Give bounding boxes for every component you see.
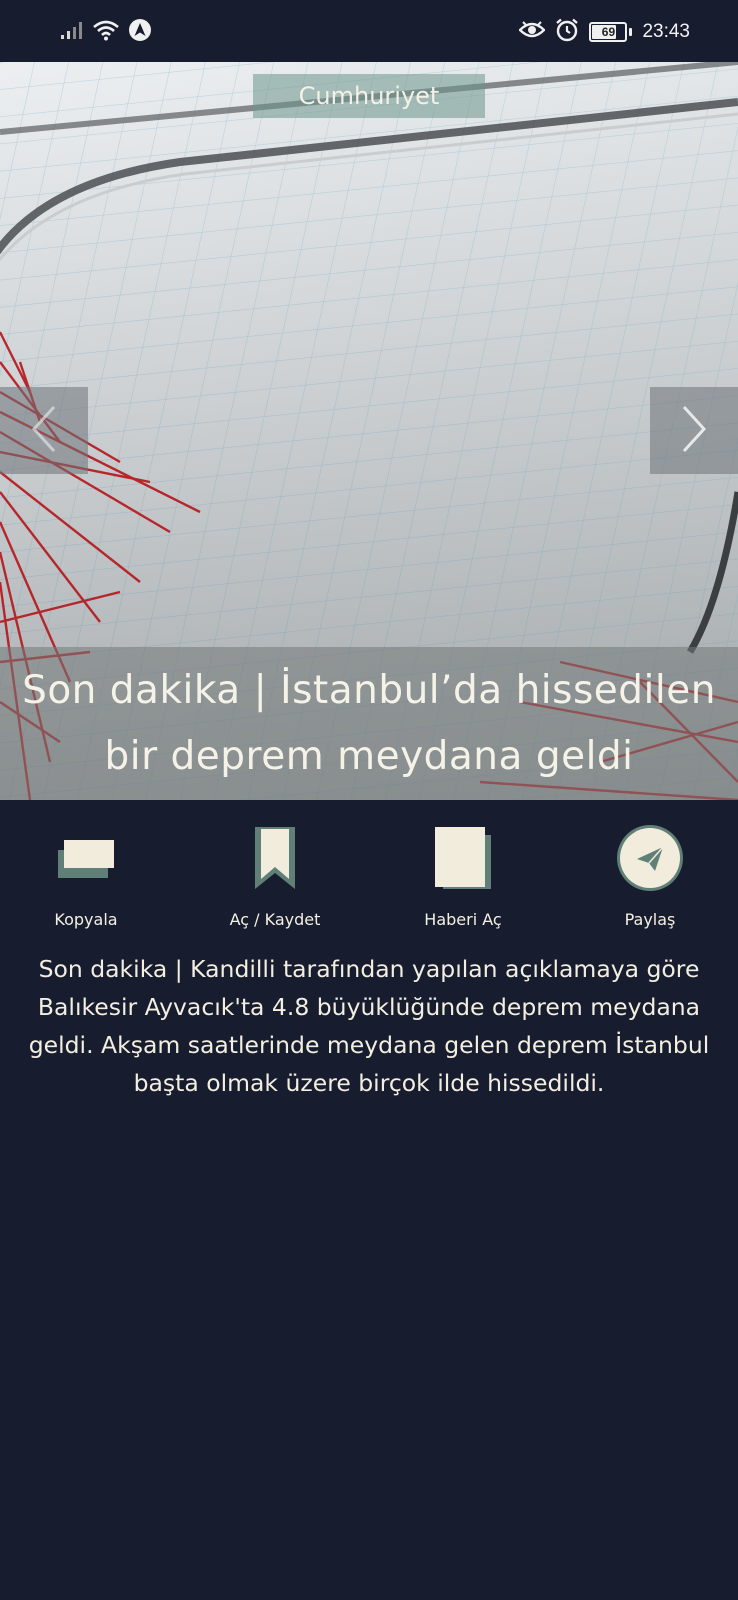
headline-band: Son dakika | İstanbul’da hissedilen bir …: [0, 647, 738, 800]
wifi-icon: [92, 19, 120, 45]
battery-level: 69: [601, 25, 616, 39]
chevron-right-icon: [674, 401, 714, 461]
signal-icon: [60, 20, 84, 44]
copy-icon: [56, 818, 116, 898]
headline: Son dakika | İstanbul’da hissedilen bir …: [22, 667, 716, 779]
action-bar: Kopyala Aç / Kaydet Haberi Aç Paylaş: [0, 800, 738, 940]
copy-label: Kopyala: [54, 910, 118, 929]
bookmark-icon: [253, 818, 297, 898]
next-button[interactable]: [650, 387, 738, 474]
eye-icon: [518, 20, 547, 44]
status-bar: 69 23:43: [0, 0, 738, 62]
document-icon: [433, 818, 493, 898]
send-icon: [615, 818, 685, 898]
status-right-group: 69 23:43: [518, 18, 690, 46]
share-button[interactable]: Paylaş: [570, 818, 730, 938]
prev-button[interactable]: [0, 387, 88, 474]
copy-button[interactable]: Kopyala: [6, 818, 166, 938]
status-time: 23:43: [642, 21, 690, 42]
battery-icon: 69: [589, 22, 633, 42]
article-summary: Son dakika | Kandilli tarafından yapılan…: [28, 955, 710, 1097]
hero-image: Cumhuriyet Son dakika | İstanbul’da hiss…: [0, 62, 738, 800]
battery-tip: [629, 28, 633, 36]
open-save-button[interactable]: Aç / Kaydet: [195, 818, 355, 938]
open-article-button[interactable]: Haberi Aç: [383, 818, 543, 938]
share-label: Paylaş: [624, 910, 676, 929]
navigation-icon: [128, 18, 152, 46]
open-article-label: Haberi Aç: [424, 910, 502, 929]
open-save-label: Aç / Kaydet: [229, 910, 321, 929]
source-badge: Cumhuriyet: [253, 74, 485, 118]
status-left-group: [60, 18, 152, 46]
battery-body: 69: [589, 22, 628, 42]
alarm-icon: [555, 18, 579, 46]
chevron-left-icon: [24, 401, 64, 461]
